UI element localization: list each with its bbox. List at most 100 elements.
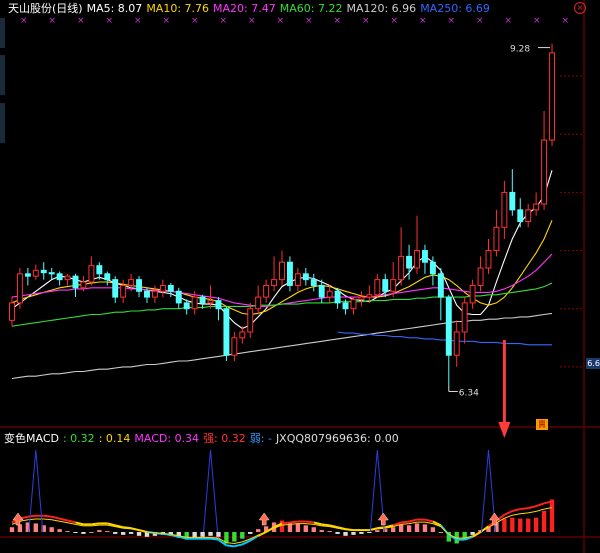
top-marker: × xyxy=(362,16,370,26)
candle-down xyxy=(24,273,31,277)
candle-down xyxy=(215,300,222,310)
macd-dif-segment xyxy=(535,502,545,508)
candle-up xyxy=(271,279,278,286)
macd-bar-pos xyxy=(9,527,15,532)
ma20-label: MA20: 7.47 xyxy=(213,1,276,15)
candle-up xyxy=(533,203,540,211)
side-tab-3[interactable] xyxy=(0,103,5,143)
sell-badge[interactable]: 賣 xyxy=(536,419,548,430)
macd-title[interactable]: 变色MACD xyxy=(4,430,59,446)
chart-header: 天山股份(日线) MA5: 8.07 MA10: 7.76 MA20: 7.47… xyxy=(0,0,494,16)
stock-chart[interactable]: × × × × × × × × × × × × × × × × × × × × 9.28 6.34 xyxy=(0,0,600,553)
candle-down xyxy=(310,279,317,286)
macd-bar-neg xyxy=(351,532,356,535)
macd-dif-segment xyxy=(234,543,243,548)
candle-up xyxy=(159,284,166,292)
side-tab-2[interactable] xyxy=(0,55,5,95)
candle-down xyxy=(175,290,182,304)
candle-up xyxy=(191,296,198,310)
candle-up xyxy=(549,52,555,141)
ma10-label: MA10: 7.76 xyxy=(146,1,210,15)
candle-down xyxy=(437,273,444,298)
candle-up xyxy=(88,265,95,283)
candle-down xyxy=(517,209,524,223)
stock-title[interactable]: 天山股份(日线) xyxy=(8,0,83,16)
candle-down xyxy=(56,273,63,281)
candle-up xyxy=(525,209,532,223)
macd-dif-segment xyxy=(408,518,418,523)
candle-up xyxy=(493,226,500,252)
macd-bar-pos xyxy=(526,518,531,532)
candle-up xyxy=(128,279,135,286)
candle-up xyxy=(358,296,365,300)
top-marker: × xyxy=(191,16,199,26)
macd-dif-segment xyxy=(67,519,76,524)
macd-dif-segment xyxy=(527,505,537,510)
top-marker: × xyxy=(448,16,456,26)
top-marker: × xyxy=(476,16,484,26)
candle-up xyxy=(64,275,71,281)
macd-bar-pos xyxy=(97,530,102,532)
candle-up xyxy=(279,261,285,281)
macd-bar-neg xyxy=(359,532,364,534)
macd-val-5: 弱: - xyxy=(249,432,272,445)
right-price-label: 6.6 xyxy=(586,358,600,369)
macd-bar-pos xyxy=(303,525,309,532)
candle-down xyxy=(406,255,413,269)
macd-dif-segment xyxy=(75,521,84,526)
macd-bar-neg xyxy=(113,532,118,534)
candle-up xyxy=(461,302,468,333)
macd-dif-segment xyxy=(43,514,52,518)
ma-line-ma250 xyxy=(337,331,552,346)
macd-bar-pos xyxy=(375,530,380,532)
ma120-label: MA120: 6.96 xyxy=(346,1,417,15)
macd-val-4: 强: 0.32 xyxy=(203,432,246,445)
candle-up xyxy=(16,273,23,304)
candle-up xyxy=(239,331,246,339)
high-price-label: 9.28 xyxy=(510,45,530,55)
macd-bar-pos xyxy=(33,523,38,532)
macd-dif-segment xyxy=(401,520,410,524)
candle-down xyxy=(96,265,103,275)
candle-up xyxy=(263,284,270,298)
buy-arrow-icon xyxy=(258,512,270,526)
candle-up xyxy=(398,255,405,281)
ma250-label: MA250: 6.69 xyxy=(420,1,490,15)
macd-bar-neg xyxy=(81,532,86,534)
macd-dif-segment xyxy=(210,537,219,541)
macd-header: 变色MACD : 0.32 : 0.14 MACD: 0.34 强: 0.32 … xyxy=(4,430,403,446)
candle-down xyxy=(286,261,293,286)
candle-up xyxy=(255,296,262,310)
top-marker: × xyxy=(334,16,342,26)
macd-bar-neg xyxy=(216,532,221,537)
top-marker: × xyxy=(220,16,228,26)
candle-up xyxy=(501,191,508,228)
macd-val-3: MACD: 0.34 xyxy=(134,431,200,445)
top-marker: × xyxy=(163,16,171,26)
macd-bar-pos xyxy=(533,517,539,532)
candle-up xyxy=(231,337,238,356)
close-icon[interactable]: × xyxy=(574,2,586,14)
macd-dif-segment xyxy=(51,515,60,520)
macd-bar-pos xyxy=(49,527,54,532)
macd-dif-segment xyxy=(281,521,291,525)
candle-up xyxy=(151,290,158,298)
top-marker: × xyxy=(533,16,541,26)
macd-bar-neg xyxy=(200,532,205,537)
macd-bar-pos xyxy=(406,525,412,532)
ma5-label: MA5: 8.07 xyxy=(86,1,143,15)
macd-bar-pos xyxy=(430,527,436,532)
candle-down xyxy=(382,279,389,292)
macd-dif-segment xyxy=(226,544,235,548)
candle-up xyxy=(207,300,214,304)
macd-dif-segment xyxy=(512,508,521,512)
side-tab-1[interactable] xyxy=(0,18,5,48)
candle-down xyxy=(334,290,341,304)
macd-bar-neg xyxy=(136,532,142,536)
macd-dif-segment xyxy=(91,522,100,526)
macd-bar-pos xyxy=(438,532,444,533)
candle-down xyxy=(342,302,349,310)
candle-up xyxy=(453,331,460,356)
top-marker: × xyxy=(505,16,513,26)
macd-bar-pos xyxy=(255,529,261,532)
